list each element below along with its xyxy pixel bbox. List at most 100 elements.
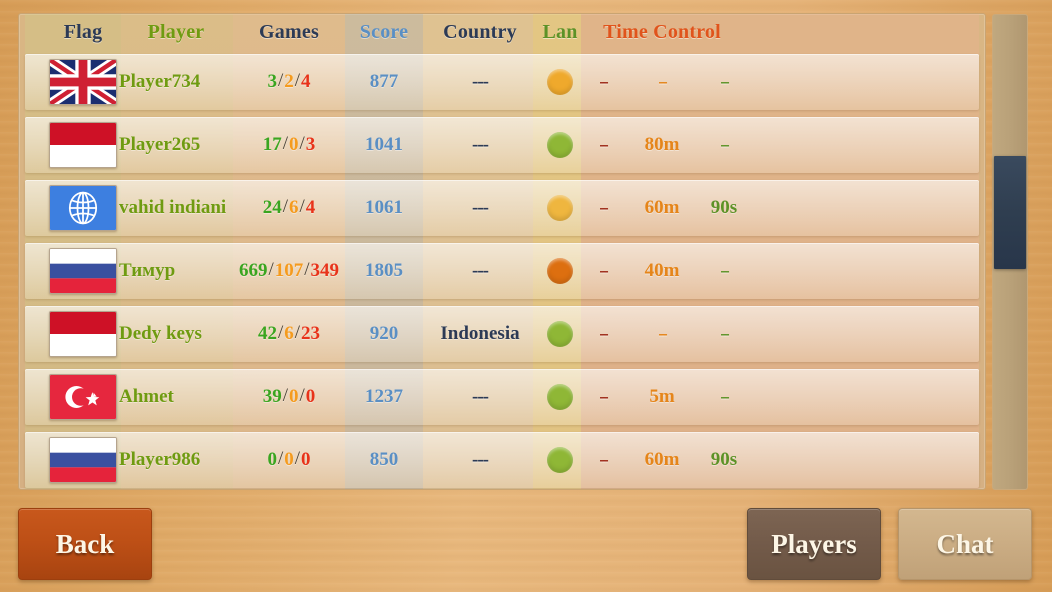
games-draws: 2 [284, 71, 294, 92]
time-control-1-value: -- [599, 135, 608, 154]
flag-icon-id [49, 311, 117, 357]
lan-status-cell [537, 432, 583, 488]
player-name: Ahmet [119, 386, 174, 407]
score-cell: 877 [345, 54, 423, 110]
player-name: Тимур [119, 260, 176, 281]
games-record: 669/107/349 [239, 259, 339, 282]
player-name-cell: vahid indiani [119, 180, 233, 236]
country-value: --- [472, 449, 489, 470]
table-row[interactable]: Player734 3/2/4 877 --- -- -- -- [19, 54, 985, 110]
lan-status-cell [537, 54, 583, 110]
players-table-panel: Flag Player Games Score Country Lan Time Contr… [18, 13, 986, 490]
time-control-1: -- [585, 432, 621, 488]
time-control-3: 90s [695, 432, 753, 488]
time-control-3: -- [695, 117, 753, 173]
country-value: --- [472, 197, 489, 218]
score-value: 1041 [365, 134, 403, 155]
games-wins: 0 [267, 449, 277, 470]
country-cell: Indonesia [423, 306, 537, 362]
table-header-row: Flag Player Games Score Country Lan Time Contr… [19, 14, 985, 50]
time-control-3-value: -- [720, 261, 729, 280]
games-separator: / [299, 196, 305, 217]
lan-status-dot [547, 195, 573, 221]
time-control-2-value: 60m [644, 197, 680, 218]
games-separator: / [294, 70, 301, 91]
flag-icon-globe [49, 185, 117, 231]
column-header-score[interactable]: Score [345, 14, 423, 50]
games-separator: / [277, 70, 284, 91]
column-header-player[interactable]: Player [119, 14, 233, 50]
time-control-3-value: -- [720, 387, 729, 406]
column-header-time[interactable]: Time Control [583, 14, 741, 50]
lan-status-dot [547, 321, 573, 347]
table-row[interactable]: Player986 0/0/0 850 --- -- 60m 90s [19, 432, 985, 488]
country-value: --- [472, 134, 489, 155]
player-name-cell: Player986 [119, 432, 233, 488]
lan-status-cell [537, 117, 583, 173]
time-control-3-value: -- [720, 72, 729, 91]
games-record-cell: 39/0/0 [233, 369, 345, 425]
country-flag-cell [47, 369, 119, 425]
time-control-2: 80m [631, 117, 693, 173]
games-separator: / [304, 259, 310, 280]
player-name-cell: Тимур [119, 243, 233, 299]
games-draws: 0 [284, 449, 294, 470]
chat-button[interactable]: Chat [898, 508, 1032, 580]
player-name-cell: Ahmet [119, 369, 233, 425]
player-name: Player986 [119, 449, 201, 470]
column-header-lan[interactable]: Lan [537, 14, 583, 50]
table-row[interactable]: Ahmet 39/0/0 1237 --- -- 5m -- [19, 369, 985, 425]
games-draws: 6 [284, 323, 294, 344]
column-header-flag[interactable]: Flag [47, 14, 119, 50]
games-record-cell: 42/6/23 [233, 306, 345, 362]
country-cell: --- [423, 243, 537, 299]
time-control-3-value: -- [720, 135, 729, 154]
games-losses: 4 [305, 197, 316, 218]
country-cell: --- [423, 432, 537, 488]
games-losses: 0 [305, 386, 316, 407]
time-control-3-value: 90s [710, 449, 738, 470]
games-record: 24/6/4 [262, 196, 316, 219]
games-wins: 24 [262, 197, 282, 218]
players-button[interactable]: Players [747, 508, 881, 580]
table-row[interactable]: Player265 17/0/3 1041 --- -- 80m -- [19, 117, 985, 173]
games-record-cell: 17/0/3 [233, 117, 345, 173]
country-cell: --- [423, 369, 537, 425]
country-cell: --- [423, 117, 537, 173]
games-record: 17/0/3 [263, 133, 316, 156]
time-control-2-value: -- [658, 72, 667, 91]
country-flag-cell [47, 54, 119, 110]
games-separator: / [294, 322, 301, 343]
games-losses: 4 [301, 71, 311, 92]
time-control-1-value: -- [599, 450, 608, 469]
time-control-2-value: 40m [644, 260, 680, 281]
table-row[interactable]: Тимур 669/107/349 1805 --- -- 40m -- [19, 243, 985, 299]
lan-status-dot [547, 132, 573, 158]
column-header-games[interactable]: Games [233, 14, 345, 50]
country-flag-cell [47, 117, 119, 173]
time-control-3-value: -- [720, 324, 729, 343]
back-button[interactable]: Back [18, 508, 152, 580]
games-record: 0/0/0 [267, 448, 311, 471]
score-value: 1061 [365, 197, 403, 218]
time-control-1: -- [585, 180, 621, 236]
country-value: Indonesia [440, 323, 520, 344]
time-control-1-value: -- [599, 324, 608, 343]
chat-button-label: Chat [936, 528, 994, 559]
time-control-1-value: -- [599, 198, 608, 217]
player-name: vahid indiani [119, 197, 227, 218]
lan-status-dot [547, 69, 573, 95]
scrollbar-thumb[interactable] [994, 156, 1026, 269]
player-name-cell: Player265 [119, 117, 233, 173]
column-header-country[interactable]: Country [423, 14, 537, 50]
games-separator: / [277, 322, 284, 343]
score-value: 877 [369, 71, 399, 92]
table-row[interactable]: Dedy keys 42/6/23 920 Indonesia -- -- -- [19, 306, 985, 362]
flag-icon-tr [49, 374, 117, 420]
games-losses: 0 [301, 449, 311, 470]
time-control-1-value: -- [599, 261, 608, 280]
vertical-scrollbar[interactable] [992, 14, 1028, 490]
games-record: 3/2/4 [267, 70, 311, 93]
flag-icon-ru [49, 248, 117, 294]
table-row[interactable]: vahid indiani 24/6/4 1061 --- -- 60m 90s [19, 180, 985, 236]
